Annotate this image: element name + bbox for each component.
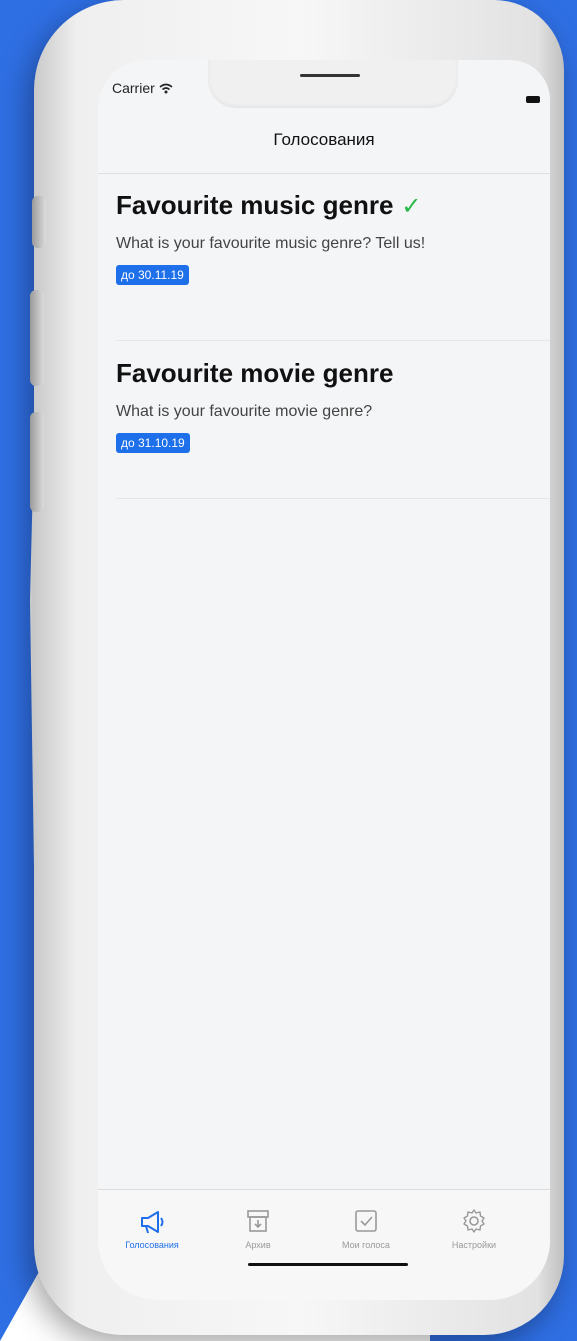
status-carrier: Carrier bbox=[112, 80, 173, 96]
checkbox-icon bbox=[355, 1210, 377, 1232]
tab-label: Мои голоса bbox=[342, 1240, 390, 1250]
voted-check-icon: ✓ bbox=[401, 193, 422, 220]
notch bbox=[208, 60, 458, 108]
wifi-icon bbox=[159, 83, 173, 94]
tab-label: Архив bbox=[245, 1240, 271, 1250]
silent-switch bbox=[32, 196, 46, 248]
battery-icon bbox=[526, 96, 540, 103]
speaker bbox=[300, 74, 360, 77]
app-screen: Carrier Голосования Favourite music genr… bbox=[98, 60, 550, 1300]
deadline-badge: до 31.10.19 bbox=[116, 433, 190, 453]
tab-label: Голосования bbox=[125, 1240, 179, 1250]
tab-settings[interactable]: Настройки bbox=[424, 1208, 524, 1250]
volume-up-button bbox=[30, 290, 44, 386]
tab-label: Настройки bbox=[451, 1240, 497, 1250]
poll-title: Favourite music genre bbox=[116, 190, 394, 220]
tab-my-votes[interactable]: Мои голоса bbox=[316, 1208, 416, 1250]
poll-card[interactable]: Favourite music genre ✓ What is your favo… bbox=[116, 190, 550, 341]
poll-description: What is your favourite music genre? Tell… bbox=[116, 235, 426, 252]
poll-description: What is your favourite movie genre? bbox=[116, 403, 373, 420]
poll-title: Favourite movie genre bbox=[116, 358, 394, 388]
nav-divider bbox=[98, 173, 550, 174]
deadline-badge: до 30.11.19 bbox=[116, 265, 189, 285]
volume-down-button bbox=[30, 412, 44, 512]
gear-icon bbox=[463, 1209, 485, 1233]
tab-archive[interactable]: Архив bbox=[208, 1208, 308, 1250]
megaphone-icon bbox=[141, 1211, 164, 1234]
phone-frame: Carrier Голосования Favourite music genr… bbox=[30, 0, 564, 1335]
home-indicator[interactable] bbox=[248, 1263, 408, 1266]
poll-card[interactable]: Favourite movie genre What is your favou… bbox=[116, 358, 550, 499]
archive-icon bbox=[247, 1210, 269, 1232]
tab-bar: Голосования Архив Мои голоса Настройки bbox=[98, 1189, 550, 1300]
tab-polls[interactable]: Голосования bbox=[102, 1208, 202, 1250]
page-title: Голосования bbox=[273, 130, 375, 149]
